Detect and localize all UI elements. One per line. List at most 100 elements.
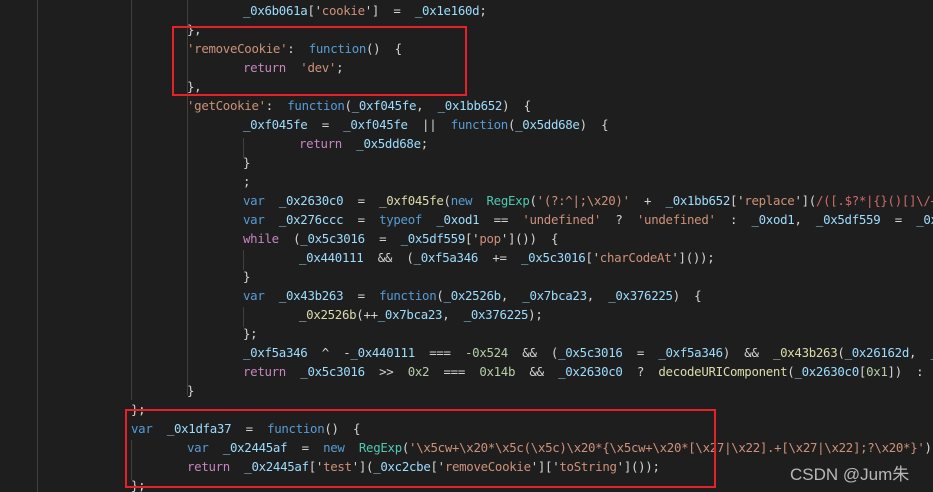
code-token-pun: = bbox=[343, 288, 380, 303]
code-token-var: _0x5df559 bbox=[400, 231, 466, 246]
code-token-pun: === bbox=[429, 364, 480, 379]
code-token-pun: , bbox=[500, 288, 523, 303]
code-token-cls: RegExp bbox=[486, 193, 530, 208]
code-token-var: _0x5c3016 bbox=[558, 345, 623, 360]
code-token-fn: _0x2526b bbox=[299, 307, 357, 322]
code-token-num: 0x1 bbox=[866, 364, 888, 379]
code-token-pun: += bbox=[478, 250, 521, 265]
code-token-pun: , bbox=[794, 212, 816, 227]
code-token-var: _0x27 bbox=[916, 212, 933, 227]
code-token-pun: ( bbox=[436, 288, 444, 303]
code-token-pun: ; bbox=[479, 3, 487, 18]
code-token-pun: === bbox=[414, 345, 465, 360]
code-token-str: pop bbox=[479, 231, 501, 246]
code-line: _0x2526b(++_0x7bca23, _0x376225); bbox=[299, 305, 543, 324]
code-token-var: _0x5c3016 bbox=[300, 364, 365, 379]
code-token-pun: [' bbox=[585, 250, 600, 265]
code-token-pun: : bbox=[715, 212, 752, 227]
code-token-pun: + bbox=[629, 193, 666, 208]
code-token-var: _0x5c3016 bbox=[300, 231, 365, 246]
code-token-kw: var bbox=[243, 212, 265, 227]
code-token-pun: == bbox=[479, 212, 523, 227]
code-token-pun: [' bbox=[730, 193, 745, 208]
code-line: return _0x5dd68e; bbox=[299, 134, 428, 153]
code-token-kw: function bbox=[287, 98, 345, 113]
code-token-var: _0x1bb652 bbox=[437, 98, 503, 113]
code-token-pun: }; bbox=[243, 326, 258, 341]
code-token-str: 'getCookie' bbox=[187, 98, 266, 113]
code-token-pun: } bbox=[243, 155, 251, 170]
code-token-var: _0x376225 bbox=[463, 307, 529, 322]
code-token-var: _0xf5a346 bbox=[243, 345, 308, 360]
code-token-pun: [' bbox=[465, 231, 480, 246]
code-token-pun bbox=[264, 288, 278, 303]
code-token-var: _0x2630c0 bbox=[794, 364, 859, 379]
code-token-var: _0x7bca23 bbox=[522, 288, 587, 303]
code-token-ctl: while bbox=[243, 231, 279, 246]
code-token-var: _0xf5a346 bbox=[658, 345, 723, 360]
code-line: var _0x2630c0 = _0xf045fe(new RegExp('(?… bbox=[243, 191, 933, 210]
code-line: } bbox=[187, 381, 194, 400]
code-token-pun: ); bbox=[924, 440, 933, 455]
code-token-str: 'undefined' bbox=[522, 212, 602, 227]
code-token-var: _0xf5a346 bbox=[413, 250, 479, 265]
code-line: _0x6b061a['cookie'] = _0x1e160d; bbox=[243, 1, 487, 20]
code-token-pun: || bbox=[407, 117, 451, 132]
code-token-num: 0x2 bbox=[407, 364, 430, 379]
code-line: var _0x43b263 = function(_0x2526b, _0x7b… bbox=[243, 286, 702, 305]
code-token-var: _0xod1 bbox=[436, 212, 480, 227]
code-token-var: _0x26162d bbox=[844, 345, 910, 360]
code-token-pun: ( bbox=[529, 193, 537, 208]
code-token-pun bbox=[286, 364, 300, 379]
code-token-var: _0x2526b bbox=[443, 288, 502, 303]
code-token-pun bbox=[264, 193, 278, 208]
code-line: var _0x276ccc = typeof _0xod1 == 'undefi… bbox=[243, 210, 933, 229]
code-token-pun: ? bbox=[622, 364, 659, 379]
code-token-pun: [' bbox=[307, 3, 322, 18]
code-line: _0xf5a346 ^ -_0x440111 === -0x524 && (_0… bbox=[243, 343, 933, 362]
code-token-var: _0x1bb652 bbox=[665, 193, 731, 208]
code-token-num: -0x524 bbox=[465, 345, 508, 360]
code-token-num: 0x14b bbox=[479, 364, 516, 379]
code-token-pun bbox=[422, 212, 436, 227]
code-token-var: _0x43b263 bbox=[278, 288, 344, 303]
code-token-var: _0x5dd68e bbox=[356, 136, 421, 151]
code-token-fn: decodeURIComponent bbox=[658, 364, 788, 379]
code-token-pun: : bbox=[265, 98, 288, 113]
code-token-pun: ; bbox=[420, 136, 428, 151]
code-token-str: replace bbox=[744, 193, 795, 208]
code-token-pun: , bbox=[442, 307, 464, 322]
indent-guide bbox=[131, 0, 132, 400]
code-token-kw: new bbox=[450, 193, 473, 208]
code-token-var: _0x5c3016 bbox=[521, 250, 586, 265]
code-token-str: '(?:^|;\x20)' bbox=[536, 193, 630, 208]
code-token-pun: ^ - bbox=[307, 345, 351, 360]
code-token-pun bbox=[472, 193, 486, 208]
code-token-pun: ']()); bbox=[671, 250, 715, 265]
code-token-pun: ) { bbox=[502, 98, 531, 113]
code-token-pun: [ bbox=[858, 364, 867, 379]
code-token-pun: ']()) { bbox=[500, 231, 559, 246]
code-token-var: _0xf045fe bbox=[351, 98, 417, 113]
code-token-pun: && ( bbox=[363, 250, 414, 265]
code-token-pun: && ( bbox=[507, 345, 559, 360]
code-token-str: cookie bbox=[321, 3, 365, 18]
code-token-pun: >> bbox=[364, 364, 408, 379]
code-token-pun: && bbox=[515, 364, 559, 379]
watermark: CSDN @Jum朱 bbox=[790, 465, 910, 484]
highlight-box-removeCookie bbox=[172, 26, 467, 96]
code-token-var: _0x1e160d bbox=[414, 3, 480, 18]
code-token-var: _0x6b061a bbox=[243, 3, 308, 18]
code-token-pun: (++ bbox=[356, 307, 378, 322]
code-token-pun: = bbox=[880, 212, 917, 227]
code-token-pun: , bbox=[416, 98, 438, 113]
code-token-fn: _0xf045fe bbox=[379, 193, 444, 208]
code-line: } bbox=[243, 153, 250, 172]
code-token-pun: ( bbox=[837, 345, 845, 360]
code-token-pun: = bbox=[343, 212, 380, 227]
code-token-kw: var bbox=[243, 288, 265, 303]
code-token-pun: '] = bbox=[364, 3, 415, 18]
code-token-pun: , bbox=[909, 345, 931, 360]
code-token-var: _0x276ccc bbox=[278, 212, 344, 227]
code-token-pun bbox=[342, 136, 356, 151]
